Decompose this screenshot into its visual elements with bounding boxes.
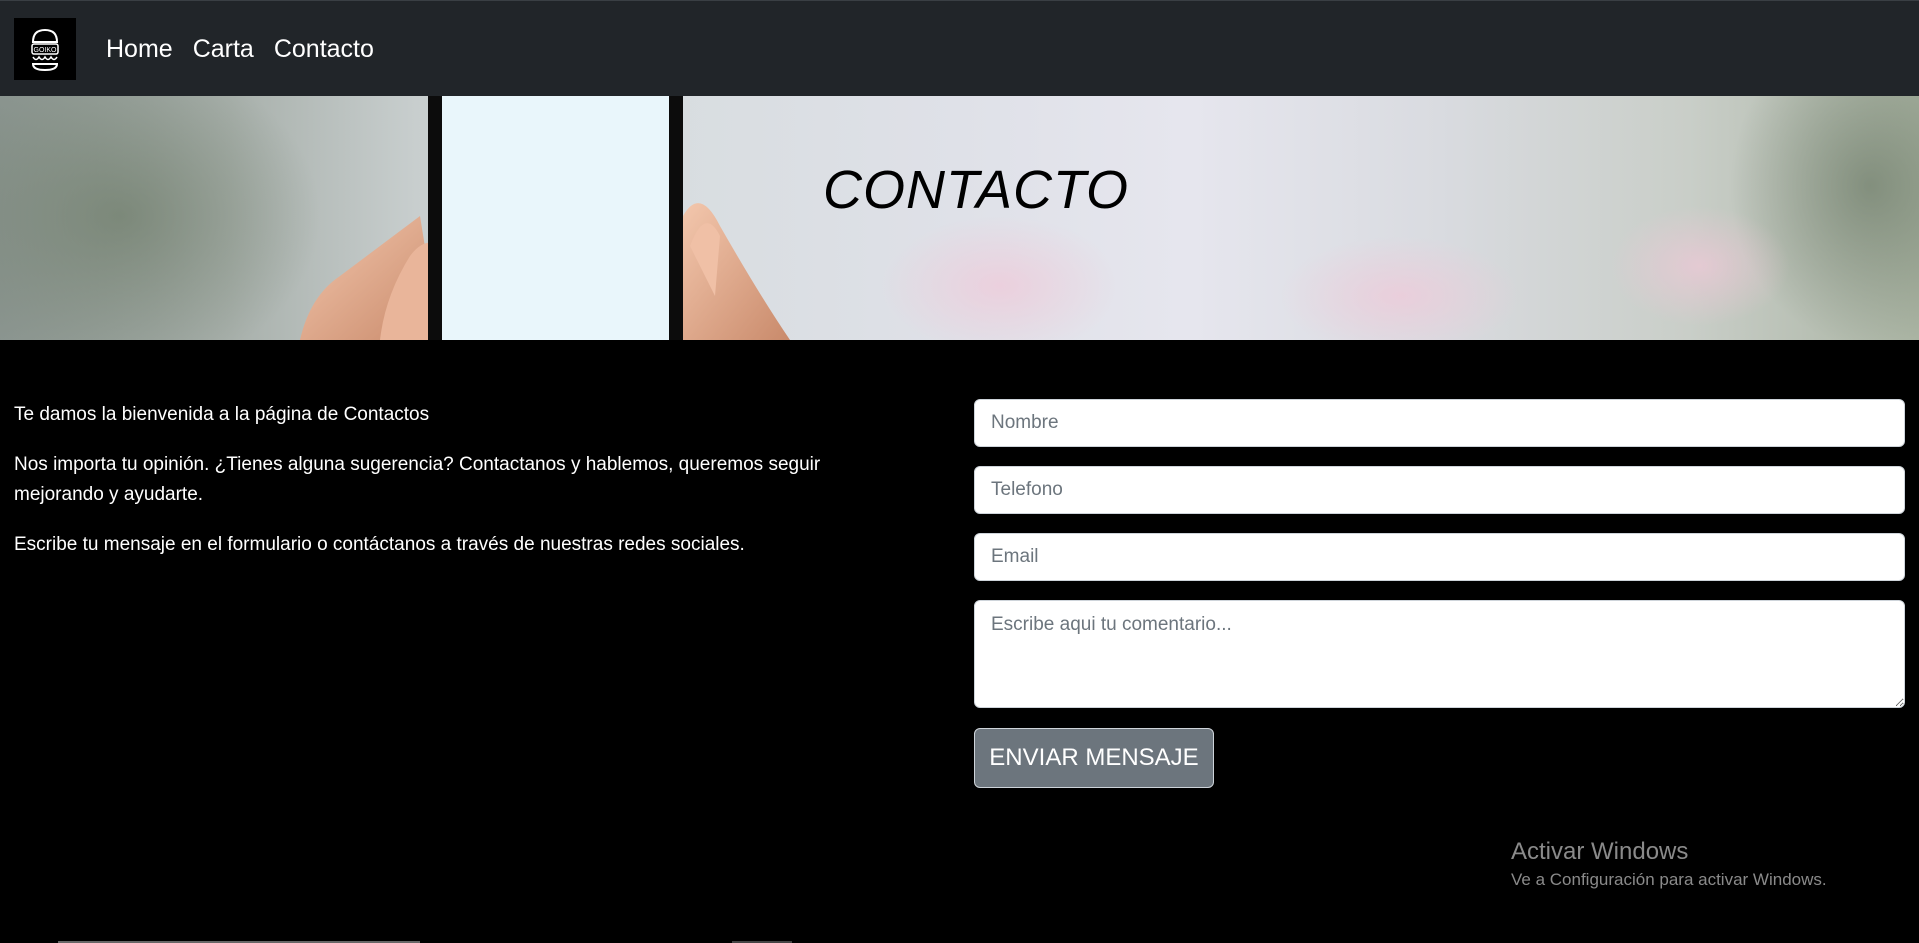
- nav-link-carta[interactable]: Carta: [193, 36, 254, 62]
- navbar: GOIKO Home Carta Contacto: [0, 0, 1919, 96]
- hero-banner: CONTACTO: [0, 96, 1919, 340]
- svg-text:GOIKO: GOIKO: [34, 47, 58, 54]
- send-message-button[interactable]: ENVIAR MENSAJE: [974, 728, 1214, 788]
- nav-links: Home Carta Contacto: [106, 1, 374, 97]
- email-field[interactable]: [974, 533, 1905, 581]
- intro-paragraph: Nos importa tu opinión. ¿Tienes alguna s…: [14, 454, 821, 505]
- watermark-subtitle: Ve a Configuración para activar Windows.: [1511, 870, 1827, 889]
- phone-field[interactable]: [974, 466, 1905, 514]
- contact-form: ENVIAR MENSAJE: [974, 399, 1905, 788]
- nav-link-home[interactable]: Home: [106, 36, 173, 62]
- comment-field[interactable]: [974, 600, 1905, 708]
- name-field[interactable]: [974, 399, 1905, 447]
- nav-link-contacto[interactable]: Contacto: [274, 36, 374, 62]
- windows-activation-watermark: Activar Windows Ve a Configuración para …: [1511, 836, 1827, 892]
- watermark-title: Activar Windows: [1511, 838, 1689, 865]
- goiko-logo[interactable]: GOIKO: [14, 18, 76, 80]
- page-title: CONTACTO: [823, 160, 1130, 220]
- intro-paragraph: Te damos la bienvenida a la página de Co…: [14, 404, 430, 425]
- intro-paragraph: Escribe tu mensaje en el formulario o co…: [14, 534, 745, 555]
- intro-text: Te damos la bienvenida a la página de Co…: [14, 400, 894, 580]
- burger-logo-icon: GOIKO: [31, 28, 59, 72]
